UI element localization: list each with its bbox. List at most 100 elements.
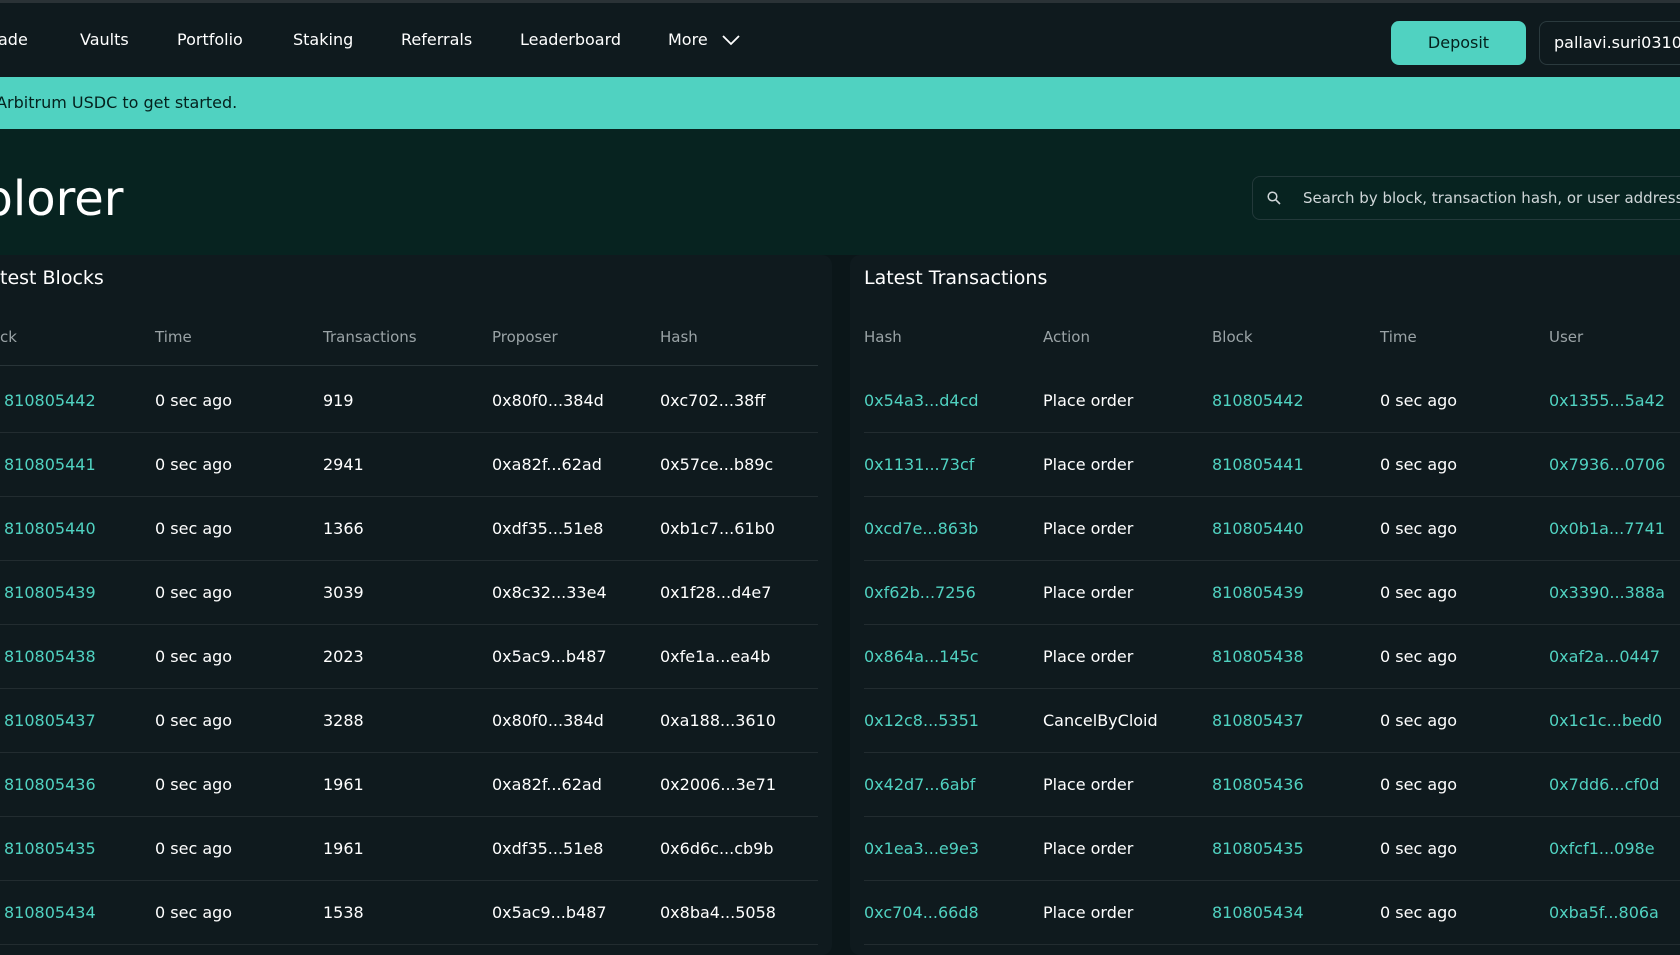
table-row[interactable]: 810805434 0 sec ago 1538 0x5ac9...b487 0x8ba… [0,881,832,945]
search-icon [1253,191,1295,205]
search-box[interactable] [1252,176,1680,220]
tx-block-link[interactable]: 810805438 [1212,625,1304,689]
nav-item-trade[interactable]: ade [0,3,28,77]
tx-user-link[interactable]: 0xaf2a...0447 [1549,625,1660,689]
tx-hash-link[interactable]: 0x12c8...5351 [864,689,979,753]
tx-user-link[interactable]: 0x7dd6...cf0d [1549,753,1659,817]
table-row[interactable]: 810805435 0 sec ago 1961 0xdf35...51e8 0x6d6… [0,817,832,881]
tx-time: 0 sec ago [1380,711,1458,730]
table-row[interactable]: 0xc704...66d8 Place order 810805434 0 sec a… [850,881,1680,945]
block-tx-count: 3039 [323,583,364,602]
top-nav: ade Vaults Portfolio Staking Referrals L… [0,0,1680,77]
block-tx-count: 3288 [323,711,364,730]
tx-user-link[interactable]: 0x1355...5a42 [1549,369,1665,433]
tx-block-link[interactable]: 810805442 [1212,369,1304,433]
deposit-button[interactable]: Deposit [1391,21,1526,65]
tx-user-link[interactable]: 0x3390...388a [1549,561,1665,625]
tx-action: Place order [1043,455,1134,474]
nav-item-staking[interactable]: Staking [293,3,353,77]
table-row[interactable]: 0x54a3...d4cd Place order 810805442 0 sec a… [850,369,1680,433]
block-number-link[interactable]: 810805437 [4,689,96,753]
block-number-link[interactable]: 810805436 [4,753,96,817]
col-header-block: ck [0,328,17,346]
block-proposer: 0xa82f...62ad [492,455,602,474]
account-button[interactable]: pallavi.suri0310... [1539,21,1680,65]
nav-item-vaults[interactable]: Vaults [80,3,129,77]
block-hash: 0xfe1a...ea4b [660,647,771,666]
tx-hash-link[interactable]: 0xc704...66d8 [864,881,979,945]
block-number-link[interactable]: 810805440 [4,497,96,561]
nav-item-leaderboard[interactable]: Leaderboard [520,3,621,77]
tx-block-link[interactable]: 810805441 [1212,433,1304,497]
block-time: 0 sec ago [155,583,233,602]
table-row[interactable]: 810805437 0 sec ago 3288 0x80f0...384d 0xa18… [0,689,832,753]
banner-text: posit Arbitrum USDC to get started. [0,93,238,112]
col-header-block: Block [1212,328,1253,346]
panel-divider [832,255,850,955]
tx-time: 0 sec ago [1380,775,1458,794]
block-number-link[interactable]: 810805438 [4,625,96,689]
chevron-down-icon [722,34,740,46]
table-row[interactable]: 0x42d7...6abf Place order 810805436 0 sec a… [850,753,1680,817]
latest-blocks-title: test Blocks [0,267,104,289]
table-row[interactable]: 810805436 0 sec ago 1961 0xa82f...62ad 0x200… [0,753,832,817]
table-row[interactable]: 0x1ea3...e9e3 Place order 810805435 0 sec a… [850,817,1680,881]
block-number-link[interactable]: 810805439 [4,561,96,625]
tx-user-link[interactable]: 0x0b1a...7741 [1549,497,1665,561]
tx-user-link[interactable]: 0xfcf1...098e [1549,817,1655,881]
nav-item-more[interactable]: More [668,3,740,77]
tx-block-link[interactable]: 810805435 [1212,817,1304,881]
tx-user-link[interactable]: 0x7936...0706 [1549,433,1665,497]
tx-hash-link[interactable]: 0xf62b...7256 [864,561,976,625]
block-proposer: 0x80f0...384d [492,391,604,410]
tx-action: Place order [1043,519,1134,538]
tx-hash-link[interactable]: 0x54a3...d4cd [864,369,979,433]
latest-transactions-panel: Latest Transactions Hash Action Block Ti… [850,255,1680,955]
tx-user-link[interactable]: 0x1c1c...bed0 [1549,689,1662,753]
tx-hash-link[interactable]: 0xcd7e...863b [864,497,978,561]
tx-block-link[interactable]: 810805440 [1212,497,1304,561]
table-row[interactable]: 0x1131...73cf Place order 810805441 0 sec a… [850,433,1680,497]
block-number-link[interactable]: 810805435 [4,817,96,881]
table-row[interactable]: 0xcd7e...863b Place order 810805440 0 sec a… [850,497,1680,561]
tx-block-link[interactable]: 810805437 [1212,689,1304,753]
tx-user-link[interactable]: 0xba5f...806a [1549,881,1659,945]
table-row[interactable]: 810805442 0 sec ago 919 0x80f0...384d 0xc702… [0,369,832,433]
tx-action: Place order [1043,903,1134,922]
col-header-hash: Hash [864,328,902,346]
table-row[interactable]: 810805440 0 sec ago 1366 0xdf35...51e8 0xb1c… [0,497,832,561]
block-proposer: 0x80f0...384d [492,711,604,730]
block-proposer: 0xa82f...62ad [492,775,602,794]
col-header-proposer: Proposer [492,328,558,346]
tx-hash-link[interactable]: 0x42d7...6abf [864,753,975,817]
tx-time: 0 sec ago [1380,391,1458,410]
tx-block-link[interactable]: 810805436 [1212,753,1304,817]
table-row[interactable]: 0x12c8...5351 CancelByCloid 810805437 0 sec… [850,689,1680,753]
tx-block-link[interactable]: 810805439 [1212,561,1304,625]
block-time: 0 sec ago [155,391,233,410]
table-row[interactable]: 810805441 0 sec ago 2941 0xa82f...62ad 0x57c… [0,433,832,497]
col-header-user: User [1549,328,1584,346]
table-row[interactable]: 0x864a...145c Place order 810805438 0 sec a… [850,625,1680,689]
block-time: 0 sec ago [155,839,233,858]
row-divider [0,944,818,945]
block-number-link[interactable]: 810805441 [4,433,96,497]
tx-hash-link[interactable]: 0x1ea3...e9e3 [864,817,979,881]
block-time: 0 sec ago [155,903,233,922]
tx-action: Place order [1043,775,1134,794]
block-proposer: 0x5ac9...b487 [492,903,607,922]
nav-item-portfolio[interactable]: Portfolio [177,3,243,77]
block-number-link[interactable]: 810805434 [4,881,96,945]
tx-block-link[interactable]: 810805434 [1212,881,1304,945]
block-number-link[interactable]: 810805442 [4,369,96,433]
tx-action: Place order [1043,839,1134,858]
tx-hash-link[interactable]: 0x1131...73cf [864,433,974,497]
tx-hash-link[interactable]: 0x864a...145c [864,625,979,689]
table-row[interactable]: 0xf62b...7256 Place order 810805439 0 sec a… [850,561,1680,625]
table-row[interactable]: 810805438 0 sec ago 2023 0x5ac9...b487 0xfe1… [0,625,832,689]
nav-item-referrals[interactable]: Referrals [401,3,472,77]
tx-time: 0 sec ago [1380,647,1458,666]
explorer-header: xplorer [0,129,1680,255]
table-row[interactable]: 810805439 0 sec ago 3039 0x8c32...33e4 0x1f2… [0,561,832,625]
search-input[interactable] [1295,188,1680,208]
